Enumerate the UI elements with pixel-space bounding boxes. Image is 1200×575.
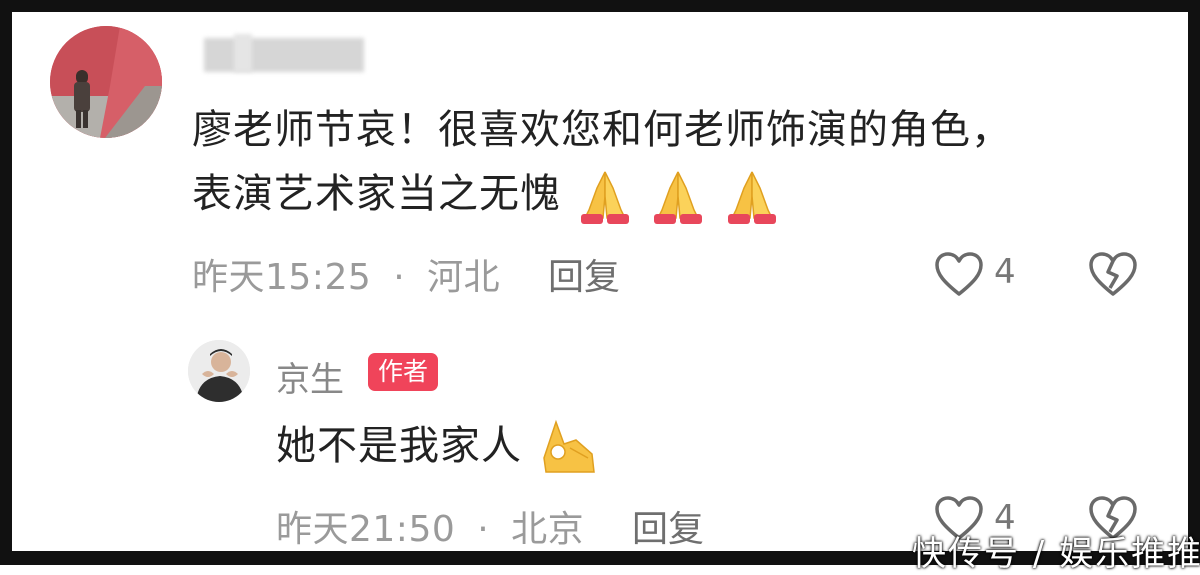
reply-location: 北京	[511, 509, 585, 550]
author-badge: 作者	[368, 353, 439, 391]
praying-hands-icon	[728, 171, 777, 224]
reply-text-content: 她不是我家人	[276, 423, 522, 469]
comment-text-line-1: 廖老师节哀！很喜欢您和何老师饰演的角色，	[192, 107, 1012, 153]
comment-location: 河北	[427, 257, 501, 298]
meta-separator: ·	[477, 509, 490, 550]
comment-text-line-2-text: 表演艺术家当之无愧	[192, 171, 561, 217]
author-avatar[interactable]	[188, 340, 250, 402]
meta-separator: ·	[393, 257, 406, 298]
reply-button[interactable]: 回复	[548, 248, 620, 300]
reply-time: 昨天21:50	[276, 509, 456, 550]
reply-text: 她不是我家人	[276, 414, 600, 478]
blurred-username-extra	[234, 34, 252, 72]
comment-meta: 昨天15:25 · 河北	[192, 248, 500, 300]
broken-heart-icon[interactable]	[1088, 252, 1138, 298]
comment-text-line-2: 表演艺术家当之无愧	[192, 162, 1152, 226]
heart-icon[interactable]	[934, 252, 984, 298]
blurred-username	[204, 38, 364, 72]
praying-hands-icon	[580, 171, 629, 224]
watermark: 快传号 / 娱乐推推	[912, 534, 1200, 574]
like-count: 4	[994, 252, 1016, 292]
reply-meta: 昨天21:50 · 北京	[276, 500, 585, 551]
praying-hands-icon	[654, 171, 703, 224]
comment-time: 昨天15:25	[192, 257, 372, 298]
commenter-avatar[interactable]	[50, 26, 162, 138]
comment-text: 廖老师节哀！很喜欢您和何老师饰演的角色， 表演艺术家当之无愧	[192, 98, 1152, 226]
reply-reply-button[interactable]: 回复	[632, 500, 704, 551]
screenshot-frame: 廖老师节哀！很喜欢您和何老师饰演的角色， 表演艺术家当之无愧 昨天15:25 ·…	[0, 0, 1200, 565]
ok-hand-icon	[542, 419, 595, 473]
author-username[interactable]: 京生	[276, 352, 344, 401]
